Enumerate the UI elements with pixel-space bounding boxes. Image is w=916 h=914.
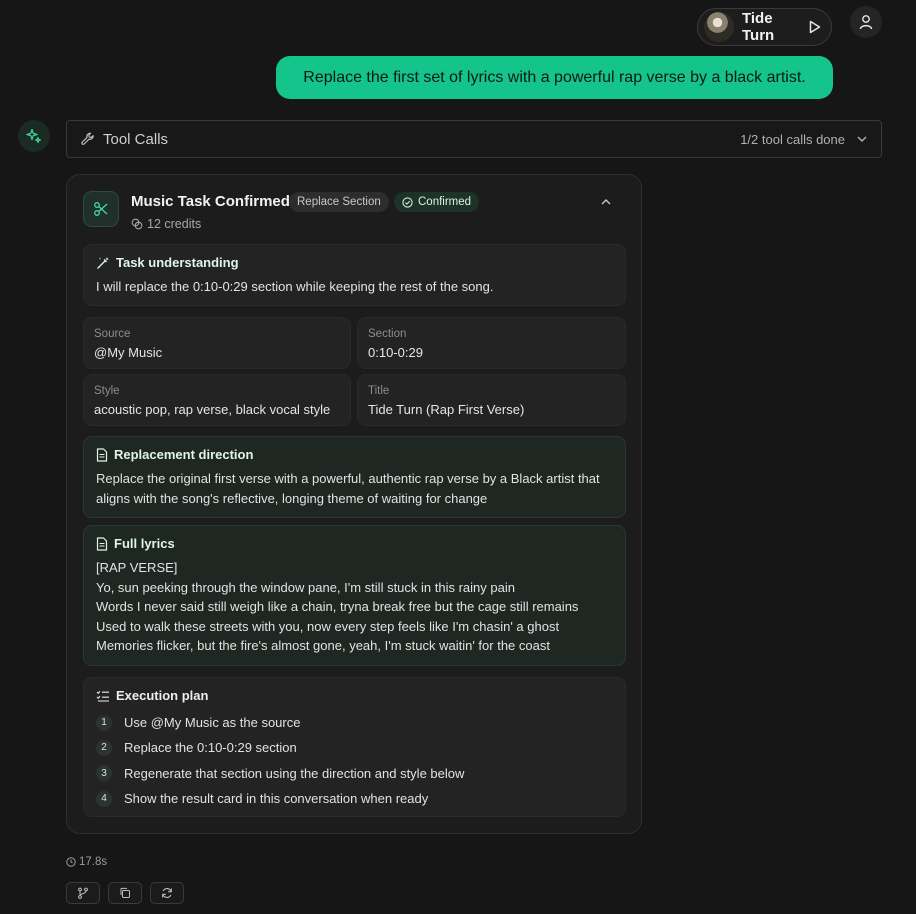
play-icon[interactable] (809, 20, 821, 34)
section-field: Section 0:10-0:29 (357, 317, 626, 369)
title-label: Title (368, 385, 390, 397)
plan-step: 1 Use @My Music as the source (96, 710, 464, 735)
task-understanding-text: I will replace the 0:10-0:29 section whi… (96, 279, 494, 294)
step-text: Replace the 0:10-0:29 section (124, 740, 297, 756)
execution-steps: 1 Use @My Music as the source 2 Replace … (96, 710, 464, 811)
user-icon (859, 14, 873, 30)
replacement-direction-title: Replacement direction (114, 447, 254, 462)
full-lyrics-panel: Full lyrics [RAP VERSE] Yo, sun peeking … (83, 525, 626, 666)
style-field: Style acoustic pop, rap verse, black voc… (83, 374, 351, 426)
document-icon (96, 447, 108, 462)
task-icon-box (83, 191, 119, 227)
source-field: Source @My Music (83, 317, 351, 369)
task-understanding-heading: Task understanding (96, 255, 239, 270)
replacement-direction-heading: Replacement direction (96, 447, 253, 462)
execution-plan-panel: Execution plan 1 Use @My Music as the so… (83, 677, 626, 817)
status-label: Confirmed (418, 196, 472, 208)
music-task-card: Music Task Confirmed Replace Section Con… (66, 174, 642, 834)
user-avatar-button[interactable] (850, 6, 882, 38)
lyrics-body: [RAP VERSE] Yo, sun peeking through the … (96, 558, 578, 656)
coins-icon (131, 218, 143, 230)
wand-icon (96, 256, 110, 270)
step-text: Regenerate that section using the direct… (124, 765, 465, 781)
plan-step: 2 Replace the 0:10-0:29 section (96, 735, 464, 760)
section-value: 0:10-0:29 (368, 345, 423, 360)
copy-button[interactable] (108, 882, 142, 904)
replacement-direction-panel: Replacement direction Replace the origin… (83, 436, 626, 518)
now-playing-pill[interactable]: Tide Turn (697, 8, 832, 46)
list-check-icon (96, 690, 110, 702)
document-icon (96, 536, 108, 551)
lyrics-line: Used to walk these streets with you, now… (96, 618, 560, 634)
check-circle-icon (402, 196, 413, 208)
title-field: Title Tide Turn (Rap First Verse) (357, 374, 626, 426)
status-badge: Confirmed (394, 192, 480, 212)
user-message-bubble: Replace the first set of lyrics with a p… (276, 56, 833, 99)
lyrics-line: Words I never said still weigh like a ch… (96, 599, 579, 614)
branch-icon (77, 887, 89, 899)
step-text: Use @My Music as the source (124, 715, 301, 731)
task-type-badge: Replace Section (289, 192, 389, 212)
step-text: Show the result card in this conversatio… (124, 791, 429, 807)
wrench-icon (81, 132, 95, 146)
scissors-icon (93, 201, 109, 217)
album-cover (704, 12, 734, 42)
style-value: acoustic pop, rap verse, black vocal sty… (94, 402, 331, 417)
assistant-avatar (18, 120, 50, 152)
user-message-text: Replace the first set of lyrics with a p… (303, 68, 806, 86)
elapsed-text: 17.8s (79, 856, 108, 868)
step-number: 3 (96, 765, 112, 782)
execution-plan-title: Execution plan (116, 688, 209, 703)
step-number: 4 (96, 790, 112, 807)
task-type-label: Replace Section (297, 196, 381, 208)
lyrics-line: Yo, sun peeking through the window pane,… (96, 579, 515, 595)
clock-icon (66, 857, 76, 867)
copy-icon (119, 887, 131, 899)
full-lyrics-title: Full lyrics (114, 536, 175, 551)
source-label: Source (94, 328, 131, 340)
regenerate-button[interactable] (150, 882, 184, 904)
chevron-up-icon[interactable] (601, 199, 611, 205)
style-label: Style (94, 385, 120, 397)
sparkle-icon (26, 128, 42, 144)
plan-step: 4 Show the result card in this conversat… (96, 786, 464, 811)
plan-step: 3 Regenerate that section using the dire… (96, 761, 464, 786)
track-title: Tide Turn (742, 10, 775, 44)
execution-plan-heading: Execution plan (96, 688, 208, 703)
task-understanding-title: Task understanding (116, 255, 239, 270)
title-value: Tide Turn (Rap First Verse) (368, 402, 525, 417)
credits: 12 credits (131, 217, 201, 231)
full-lyrics-heading: Full lyrics (96, 536, 175, 551)
task-understanding-panel: Task understanding I will replace the 0:… (83, 244, 626, 306)
section-label: Section (368, 328, 407, 340)
credits-text: 12 credits (147, 217, 202, 231)
chevron-down-icon[interactable] (857, 136, 867, 142)
lyrics-line: [RAP VERSE] (96, 560, 178, 575)
tool-calls-status: 1/2 tool calls done (740, 131, 845, 147)
card-title: Music Task Confirmed (131, 193, 290, 210)
lyrics-line: Memories flicker, but the fire's almost … (96, 638, 550, 653)
tool-calls-label: Tool Calls (103, 130, 169, 148)
branch-button[interactable] (66, 882, 100, 904)
tool-calls-bar[interactable]: Tool Calls 1/2 tool calls done (66, 120, 882, 158)
source-value: @My Music (94, 345, 163, 360)
refresh-icon (161, 887, 173, 899)
step-number: 1 (96, 714, 112, 731)
replacement-direction-text: Replace the original first verse with a … (96, 471, 600, 506)
elapsed-time: 17.8s (66, 856, 107, 868)
step-number: 2 (96, 739, 112, 756)
